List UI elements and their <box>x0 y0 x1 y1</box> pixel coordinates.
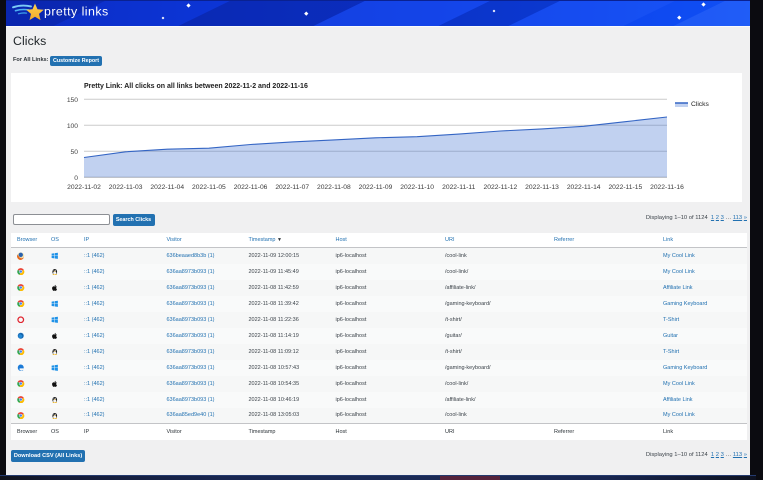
svg-text:2022-11-13: 2022-11-13 <box>525 184 559 191</box>
svg-text:2022-11-07: 2022-11-07 <box>275 184 309 191</box>
svg-text:0: 0 <box>74 175 78 182</box>
svg-text:50: 50 <box>71 149 79 156</box>
svg-text:2022-11-02: 2022-11-02 <box>67 184 101 191</box>
svg-text:100: 100 <box>67 123 78 130</box>
svg-text:2022-11-03: 2022-11-03 <box>109 184 143 191</box>
svg-text:2022-11-05: 2022-11-05 <box>192 184 226 191</box>
svg-text:150: 150 <box>67 97 78 104</box>
svg-text:2022-11-16: 2022-11-16 <box>650 184 684 191</box>
svg-text:2022-11-11: 2022-11-11 <box>442 184 475 191</box>
svg-text:2022-11-08: 2022-11-08 <box>317 184 351 191</box>
svg-text:2022-11-09: 2022-11-09 <box>359 184 393 191</box>
svg-text:Clicks: Clicks <box>691 101 709 108</box>
svg-text:2022-11-10: 2022-11-10 <box>400 184 434 191</box>
svg-text:2022-11-04: 2022-11-04 <box>150 184 184 191</box>
svg-text:2022-11-06: 2022-11-06 <box>234 184 268 191</box>
svg-text:pretty links: pretty links <box>44 5 109 19</box>
svg-text:2022-11-15: 2022-11-15 <box>608 184 642 191</box>
svg-text:2022-11-14: 2022-11-14 <box>567 184 601 191</box>
svg-text:2022-11-12: 2022-11-12 <box>484 184 518 191</box>
